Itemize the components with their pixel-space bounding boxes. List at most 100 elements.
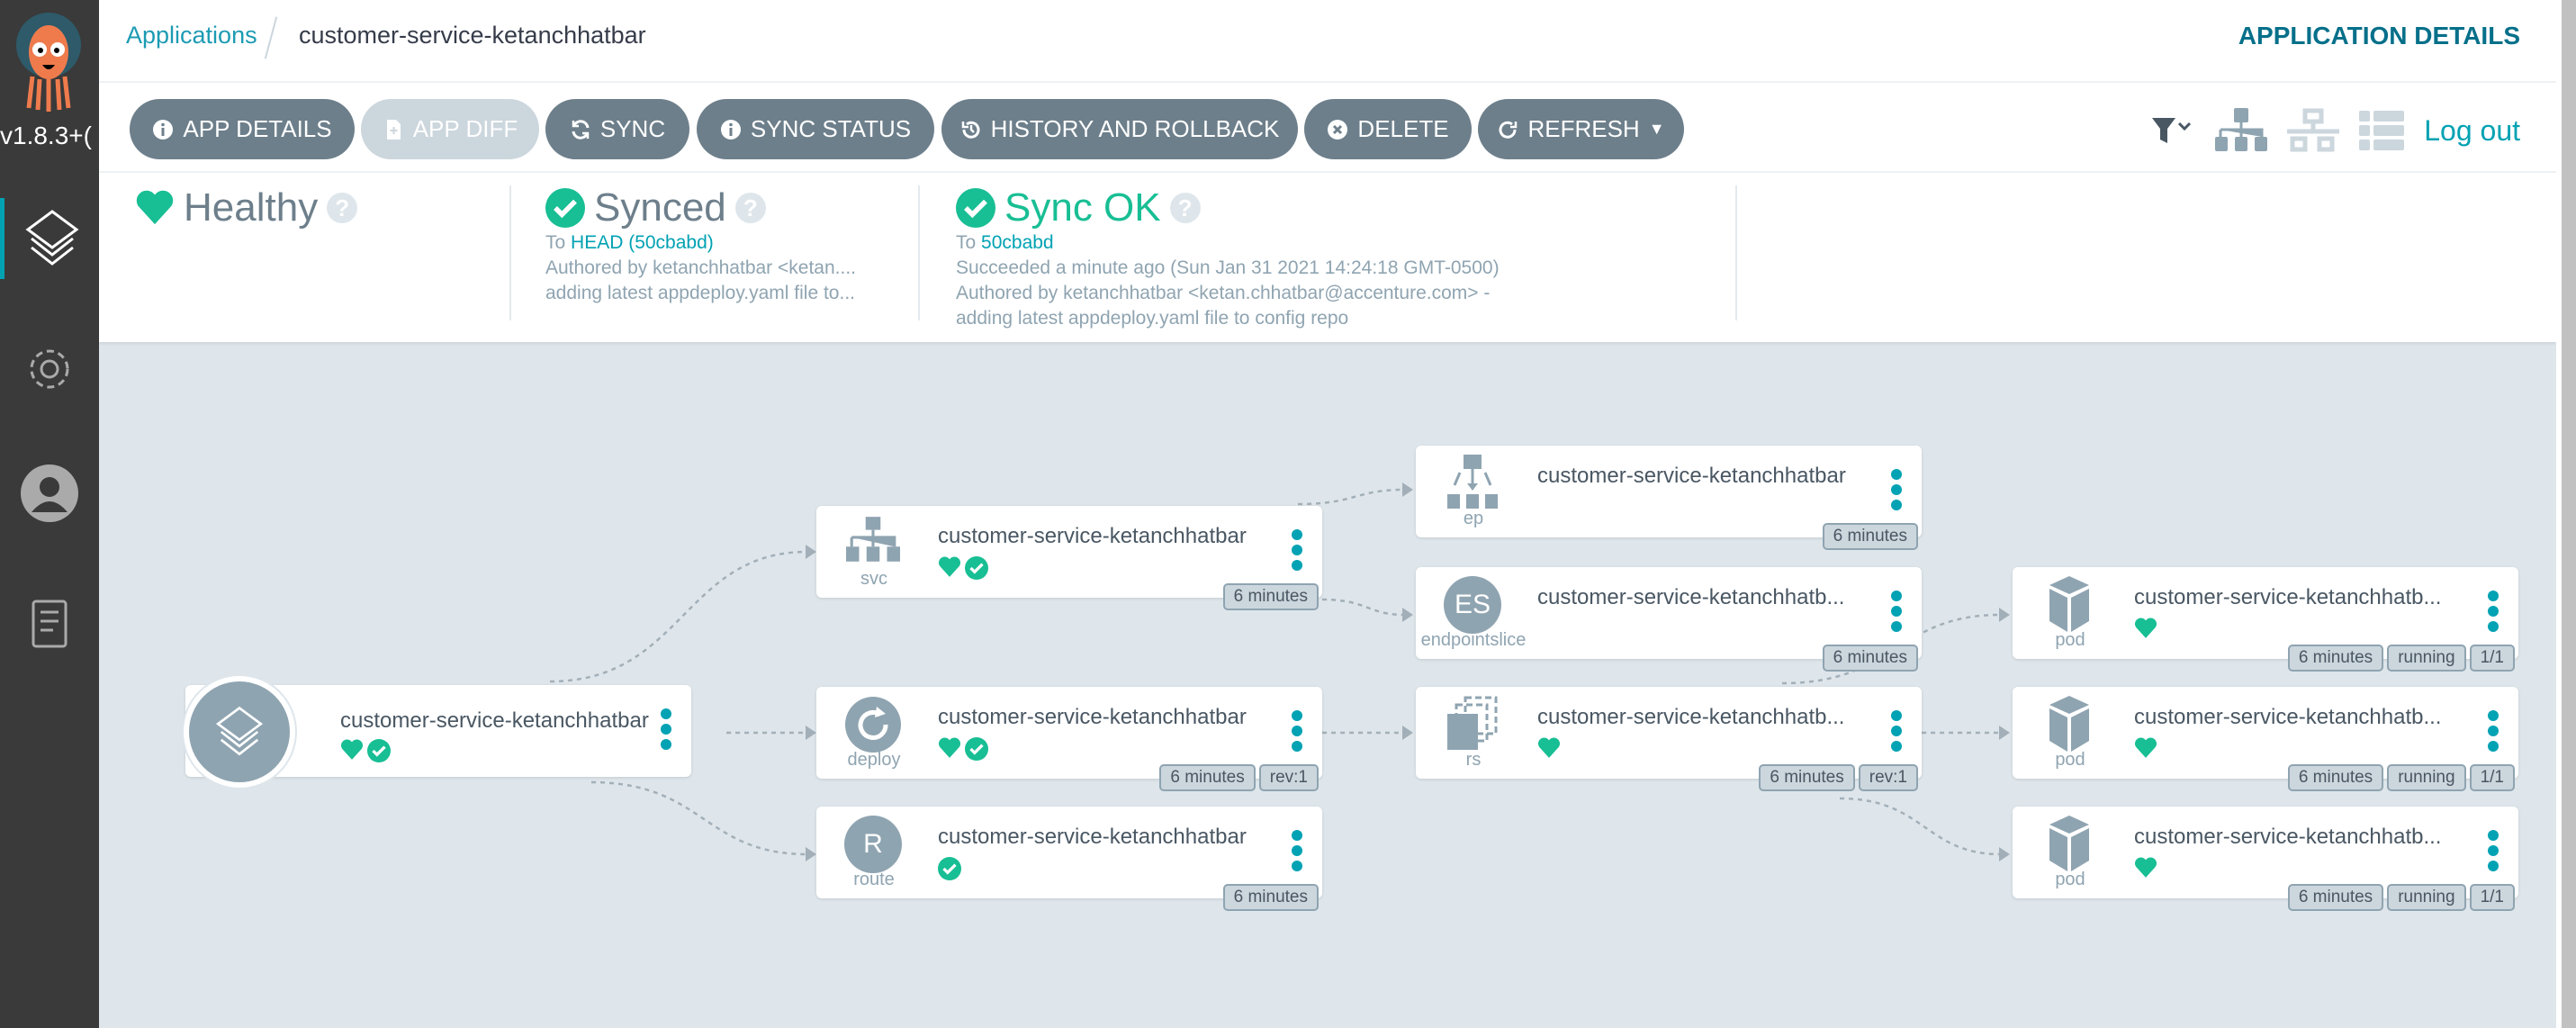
info-badge: 6 minutes — [1822, 645, 1918, 672]
more-options-icon[interactable] — [1891, 591, 1902, 632]
resource-badges: 6 minutes — [1822, 523, 1918, 550]
resource-badges: 6 minutes running 1/1 — [2287, 645, 2515, 672]
resource-badges: 6 minutes — [1222, 884, 1319, 911]
info-badge: 1/1 — [2469, 764, 2515, 791]
resource-node-endpointslice[interactable]: ES endpointslice customer-service-ketanchh… — [1416, 567, 1922, 672]
route-icon: R — [844, 816, 902, 873]
resource-kind: route — [853, 870, 895, 889]
check-circle-icon — [367, 739, 391, 762]
sitemap-icon — [846, 515, 900, 573]
heart-icon — [938, 737, 961, 758]
replicaset-icon — [1446, 696, 1500, 753]
more-options-icon[interactable] — [1891, 710, 1902, 752]
edge — [1297, 488, 1405, 506]
resource-name: customer-service-ketanchhatb... — [1537, 585, 1845, 609]
resource-status — [340, 739, 391, 762]
heart-icon — [938, 556, 961, 577]
resource-status — [2134, 618, 2157, 639]
resource-name: customer-service-ketanchhatb... — [1537, 705, 1845, 729]
info-badge: rev:1 — [1858, 764, 1918, 791]
resource-badges: 6 minutes rev:1 — [1759, 764, 1918, 791]
info-badge: running — [2387, 645, 2466, 672]
more-options-icon[interactable] — [661, 708, 671, 750]
edge-arrow — [1402, 726, 1413, 740]
resource-node-ep[interactable]: ep customer-service-ketanchhatbar 6 minut… — [1416, 446, 1922, 550]
cube-icon — [2049, 816, 2089, 873]
resource-kind: endpointslice — [1420, 630, 1527, 650]
more-options-icon[interactable] — [1292, 830, 1302, 871]
edge-arrow — [806, 545, 816, 559]
more-options-icon[interactable] — [1292, 710, 1302, 752]
resource-node-deploy[interactable]: deploy customer-service-ketanchhatbar 6 m… — [816, 687, 1322, 791]
resource-node-pod[interactable]: pod customer-service-ketanchhatb... 6 min… — [2013, 567, 2518, 672]
info-badge: 1/1 — [2469, 645, 2515, 672]
resource-status — [2134, 857, 2157, 879]
application-node[interactable]: customer-service-ketanchhatbar — [184, 676, 691, 788]
edge-arrow — [806, 847, 816, 861]
resource-kind: deploy — [847, 750, 901, 770]
edge-arrow — [1999, 726, 2010, 740]
resource-status — [2134, 737, 2157, 759]
resource-badges: 6 minutes running 1/1 — [2287, 884, 2515, 911]
resource-badges: 6 minutes — [1222, 583, 1319, 610]
resource-badges: 6 minutes — [1822, 645, 1918, 672]
heart-icon — [340, 739, 364, 760]
info-badge: running — [2387, 764, 2466, 791]
resource-name: customer-service-ketanchhatbar — [938, 825, 1247, 849]
more-options-icon[interactable] — [1292, 529, 1302, 571]
resource-name: customer-service-ketanchhatbar — [1537, 464, 1846, 488]
edge-arrow — [806, 726, 816, 740]
info-badge: 6 minutes — [1759, 764, 1855, 791]
edge-arrow — [1999, 847, 2010, 861]
edge — [590, 780, 808, 856]
more-options-icon[interactable] — [2488, 830, 2499, 871]
resource-name: customer-service-ketanchhatbar — [938, 705, 1247, 729]
info-badge: 1/1 — [2469, 884, 2515, 911]
deploy-icon — [844, 696, 902, 753]
resource-node-pod[interactable]: pod customer-service-ketanchhatb... 6 min… — [2013, 687, 2518, 791]
resource-name: customer-service-ketanchhatb... — [2134, 825, 2442, 849]
resource-kind: ep — [1463, 509, 1484, 528]
resource-name: customer-service-ketanchhatbar — [938, 524, 1247, 548]
heart-icon — [2134, 737, 2157, 758]
resource-node-rs[interactable]: rs customer-service-ketanchhatb... 6 minu… — [1416, 687, 1922, 791]
resource-status — [938, 556, 988, 580]
resource-badges: 6 minutes running 1/1 — [2287, 764, 2515, 791]
edge-arrow — [1999, 608, 2010, 622]
scrollbar[interactable] — [2556, 0, 2576, 1028]
resource-node-svc[interactable]: svc customer-service-ketanchhatbar 6 minu… — [816, 506, 1322, 610]
resource-status — [938, 737, 988, 761]
resource-kind: pod — [2055, 870, 2085, 889]
cube-icon — [2049, 696, 2089, 753]
resource-node-route[interactable]: Rroute customer-service-ketanchhatbar 6 m… — [816, 807, 1322, 911]
info-badge: 6 minutes — [1159, 764, 1256, 791]
edge — [1839, 797, 2002, 856]
edge-arrow — [1402, 482, 1413, 497]
check-circle-icon — [938, 857, 961, 880]
resource-kind: rs — [1465, 750, 1482, 770]
resource-kind: pod — [2055, 750, 2085, 770]
edge — [1321, 598, 1405, 617]
resource-kind: pod — [2055, 630, 2085, 650]
heart-icon — [2134, 618, 2157, 638]
info-badge: 6 minutes — [1822, 523, 1918, 550]
info-badge: 6 minutes — [1222, 583, 1319, 610]
resource-status — [938, 857, 961, 880]
resource-status — [1537, 737, 1561, 759]
more-options-icon[interactable] — [1891, 469, 1902, 510]
heart-icon — [2134, 857, 2157, 878]
more-options-icon[interactable] — [2488, 710, 2499, 752]
resource-name: customer-service-ketanchhatb... — [2134, 585, 2442, 609]
cube-icon — [2049, 576, 2089, 634]
resource-node-pod[interactable]: pod customer-service-ketanchhatb... 6 min… — [2013, 807, 2518, 911]
info-badge: rev:1 — [1258, 764, 1319, 791]
more-options-icon[interactable] — [2488, 591, 2499, 632]
info-badge: 6 minutes — [2287, 645, 2384, 672]
info-badge: 6 minutes — [2287, 884, 2384, 911]
check-circle-icon — [965, 737, 988, 761]
resource-badges: 6 minutes rev:1 — [1159, 764, 1319, 791]
info-badge: 6 minutes — [1222, 884, 1319, 911]
info-badge: 6 minutes — [2287, 764, 2384, 791]
resource-name: customer-service-ketanchhatbar — [340, 708, 649, 733]
heart-icon — [1537, 737, 1561, 758]
